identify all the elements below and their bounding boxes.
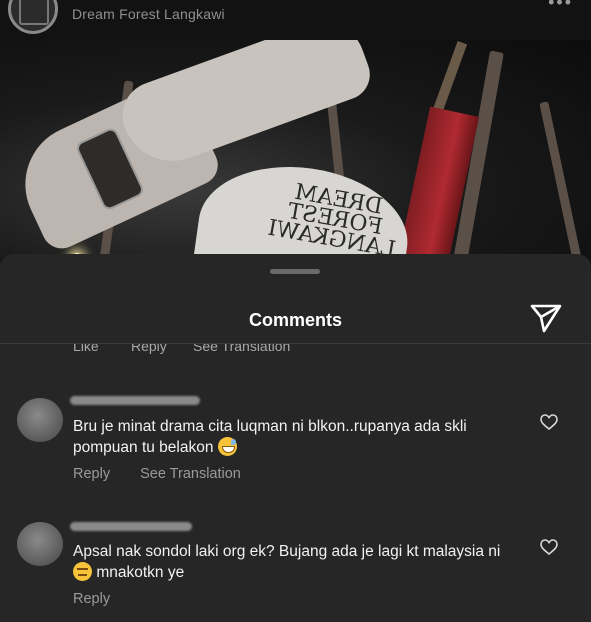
comment-text: Bru je minat drama cita luqman ni blkon.… [73,418,467,456]
previous-comment-actions: Like Reply See Translation [0,344,591,358]
comment-actions: Reply See Translation [73,466,267,482]
commenter-avatar[interactable] [17,398,63,442]
sheet-grabber[interactable] [270,269,320,274]
reply-link[interactable]: Reply [73,591,110,607]
grinning-sweat-emoji [217,437,237,456]
post-header: Dream Forest Langkawi ••• [0,0,591,40]
comments-sheet: Comments Like Reply See Translation Bru … [0,254,591,622]
see-translation-link[interactable]: See Translation [140,466,241,482]
reply-link[interactable]: Reply [131,344,167,354]
see-translation-link[interactable]: See Translation [193,344,290,354]
heart-icon[interactable] [540,414,558,430]
comment-actions: Reply [73,591,136,607]
heart-icon[interactable] [540,539,558,555]
post-author-avatar[interactable] [8,0,58,34]
post-location[interactable]: Dream Forest Langkawi [72,6,225,22]
commenter-username[interactable] [70,396,200,405]
unamused-emoji [73,562,92,581]
commenter-avatar[interactable] [17,522,63,566]
send-icon[interactable] [529,302,563,334]
post-photo: DREAM FOREST LANGKAWI [0,40,591,290]
more-horizontal-icon[interactable]: ••• [548,0,573,13]
reply-link[interactable]: Reply [73,466,110,482]
like-link[interactable]: Like [73,344,99,354]
commenter-username[interactable] [70,522,192,531]
sheet-title: Comments [248,310,342,330]
comment-text: Apsal nak sondol laki org ek? Bujang ada… [73,543,501,581]
